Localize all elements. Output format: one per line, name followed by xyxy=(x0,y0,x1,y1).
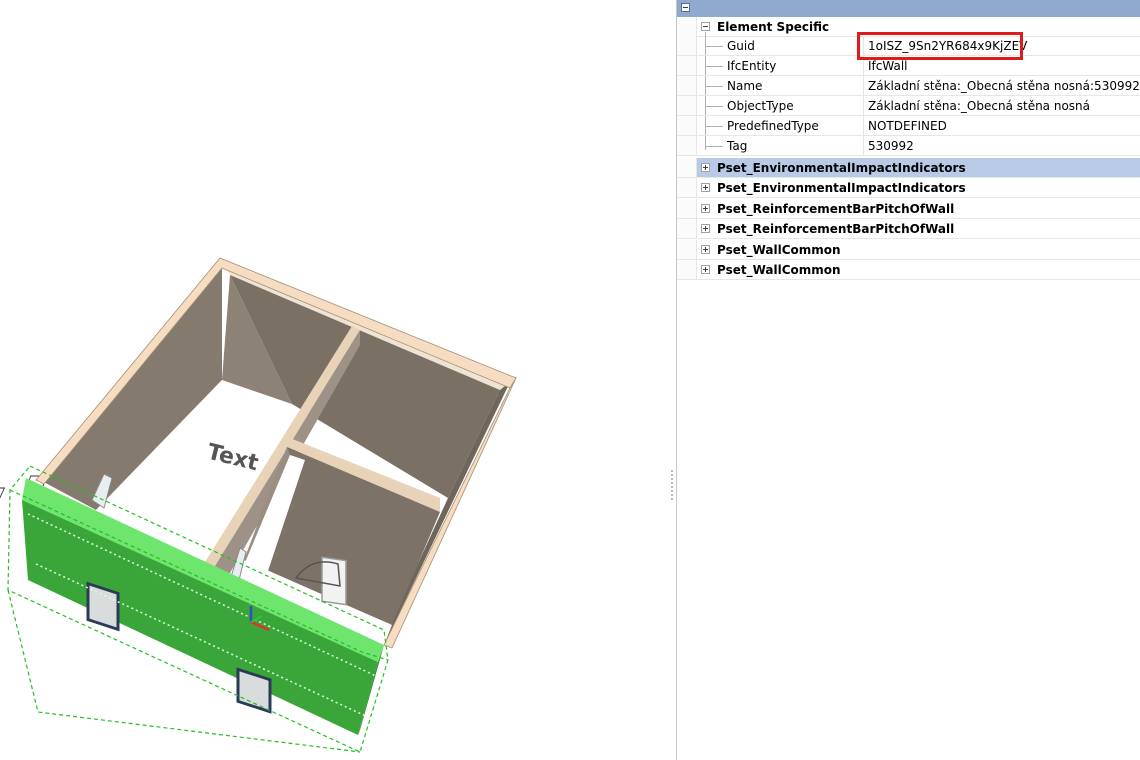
collapse-icon[interactable] xyxy=(701,22,710,31)
floor-item xyxy=(0,487,6,539)
property-name: ObjectType xyxy=(727,99,794,113)
expand-icon[interactable] xyxy=(701,204,710,213)
splitter-grip-icon[interactable] xyxy=(671,470,673,500)
property-name: PredefinedType xyxy=(727,119,819,133)
window xyxy=(86,581,120,632)
properties-panel: Element Specific Guid 1oISZ_9Sn2YR684x9K… xyxy=(676,0,1140,760)
panel-header xyxy=(677,0,1140,17)
group-label: Pset_EnvironmentalImpactIndicators xyxy=(717,161,966,175)
property-row-predefinedtype[interactable]: PredefinedType NOTDEFINED xyxy=(677,116,1140,136)
expand-icon[interactable] xyxy=(701,183,710,192)
group-pset-environmentalimpactindicators[interactable]: Pset_EnvironmentalImpactIndicators xyxy=(677,158,1140,178)
expand-icon[interactable] xyxy=(701,245,710,254)
expand-icon[interactable] xyxy=(701,163,710,172)
property-row-name[interactable]: Name Základní stěna:_Obecná stěna nosná:… xyxy=(677,76,1140,96)
group-pset-wallcommon[interactable]: Pset_WallCommon xyxy=(677,260,1140,280)
model-view[interactable]: Text xyxy=(0,0,668,760)
property-value: Základní stěna:_Obecná stěna nosná:53099… xyxy=(868,79,1140,93)
group-label: Pset_EnvironmentalImpactIndicators xyxy=(717,181,966,195)
property-name: IfcEntity xyxy=(727,59,777,73)
property-value: IfcWall xyxy=(868,59,908,73)
group-label: Pset_WallCommon xyxy=(717,243,841,257)
group-label: Pset_ReinforcementBarPitchOfWall xyxy=(717,202,955,216)
group-pset-wallcommon[interactable]: Pset_WallCommon xyxy=(677,240,1140,260)
collapse-all-icon[interactable] xyxy=(681,3,690,12)
group-pset-reinforcementbarpitchofwall[interactable]: Pset_ReinforcementBarPitchOfWall xyxy=(677,219,1140,239)
property-row-guid[interactable]: Guid 1oISZ_9Sn2YR684x9KjZEV xyxy=(677,36,1140,56)
property-value: Základní stěna:_Obecná stěna nosná xyxy=(868,99,1091,113)
3d-viewport[interactable]: Text xyxy=(0,0,668,760)
property-value: 1oISZ_9Sn2YR684x9KjZEV xyxy=(868,39,1028,53)
door[interactable] xyxy=(321,556,347,606)
expand-icon[interactable] xyxy=(701,224,710,233)
panel-splitter[interactable] xyxy=(668,0,676,760)
group-element-specific[interactable]: Element Specific xyxy=(677,17,1140,37)
expand-icon[interactable] xyxy=(701,265,710,274)
property-row-ifcentity[interactable]: IfcEntity IfcWall xyxy=(677,56,1140,76)
property-value: NOTDEFINED xyxy=(868,119,947,133)
property-row-objecttype[interactable]: ObjectType Základní stěna:_Obecná stěna … xyxy=(677,96,1140,116)
property-value: 530992 xyxy=(868,139,914,153)
group-pset-environmentalimpactindicators[interactable]: Pset_EnvironmentalImpactIndicators xyxy=(677,178,1140,198)
property-name: Name xyxy=(727,79,763,93)
group-label: Pset_WallCommon xyxy=(717,263,841,277)
property-name: Tag xyxy=(727,139,748,153)
group-label: Pset_ReinforcementBarPitchOfWall xyxy=(717,222,955,236)
property-name: Guid xyxy=(727,39,755,53)
group-pset-reinforcementbarpitchofwall[interactable]: Pset_ReinforcementBarPitchOfWall xyxy=(677,199,1140,219)
property-row-tag[interactable]: Tag 530992 xyxy=(677,136,1140,156)
group-label: Element Specific xyxy=(717,20,830,34)
